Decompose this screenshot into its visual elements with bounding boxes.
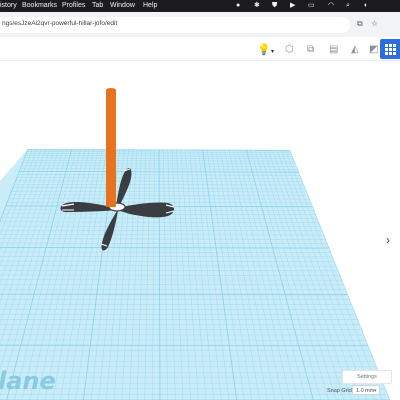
url-text[interactable]: ngs/esJzeAi2qvr-powerful-hillar-jofo/edi… [2, 20, 117, 27]
workplane-scene[interactable] [0, 61, 400, 400]
open-app-icon[interactable]: ⧉ [357, 18, 363, 30]
grid-dot [393, 52, 396, 55]
wifi-icon[interactable]: ◠ [328, 2, 334, 10]
play-icon[interactable]: ▶ [290, 2, 295, 10]
menu-help[interactable]: Help [143, 0, 157, 12]
grid-dot [389, 44, 392, 47]
workplane-grid[interactable] [0, 149, 390, 400]
chevron-down-icon: ▾ [374, 388, 377, 394]
menu-history[interactable]: istory [0, 0, 17, 12]
settings-button[interactable]: Settings [342, 370, 392, 384]
workplane-icon[interactable]: ◩ [369, 44, 378, 56]
bluetooth-icon[interactable]: ✱ [254, 2, 260, 10]
snap-grid-select[interactable]: 1.0 mm ▾ [352, 385, 380, 395]
apps-grid-button[interactable] [380, 39, 400, 59]
menu-tab[interactable]: Tab [92, 0, 103, 12]
mirror-icon[interactable]: ◭ [351, 44, 359, 56]
grid-dot [393, 44, 396, 47]
battery-icon[interactable]: ▭ [308, 2, 315, 10]
grid-dot [385, 44, 388, 47]
grid-dot [385, 52, 388, 55]
menu-profiles[interactable]: Profiles [62, 0, 85, 12]
snap-grid-label: Snap Grid [327, 388, 352, 394]
toggle-icon[interactable]: ◐ [364, 2, 368, 10]
dropdown-icon[interactable]: ▾ [271, 46, 274, 58]
snap-grid-value: 1.0 mm [356, 388, 375, 394]
orange-shaft[interactable] [106, 88, 116, 207]
camera-icon[interactable]: ● [236, 2, 240, 10]
menu-window[interactable]: Window [110, 0, 135, 12]
grid-dot [389, 48, 392, 51]
chevron-right-icon[interactable]: › [386, 233, 390, 247]
ungroup-icon[interactable]: ⧉ [307, 44, 314, 56]
star-icon[interactable]: ☆ [371, 18, 378, 30]
editor-toolbar: 💡 ▾ ⬡ ⧉ ▤ ◭ ◩ [0, 37, 400, 60]
lightbulb-icon[interactable]: 💡 [257, 44, 271, 56]
3d-viewport[interactable]: lane › Settings Snap Grid 1.0 mm ▾ [0, 61, 400, 400]
search-icon[interactable]: ⌕ [346, 2, 350, 10]
group-icon[interactable]: ⬡ [285, 44, 294, 56]
grid-dot [385, 48, 388, 51]
align-icon[interactable]: ▤ [329, 44, 338, 56]
address-bar: ngs/esJzeAi2qvr-powerful-hillar-jofo/edi… [0, 12, 400, 38]
workplane-label: lane [0, 367, 56, 395]
menu-bar: istory Bookmarks Profiles Tab Window Hel… [0, 0, 400, 12]
grid-dot [389, 52, 392, 55]
menu-bookmarks[interactable]: Bookmarks [22, 0, 57, 12]
url-field[interactable]: ngs/esJzeAi2qvr-powerful-hillar-jofo/edi… [0, 17, 350, 33]
grid-dot [393, 48, 396, 51]
shield-icon[interactable]: ⛊ [272, 2, 277, 10]
